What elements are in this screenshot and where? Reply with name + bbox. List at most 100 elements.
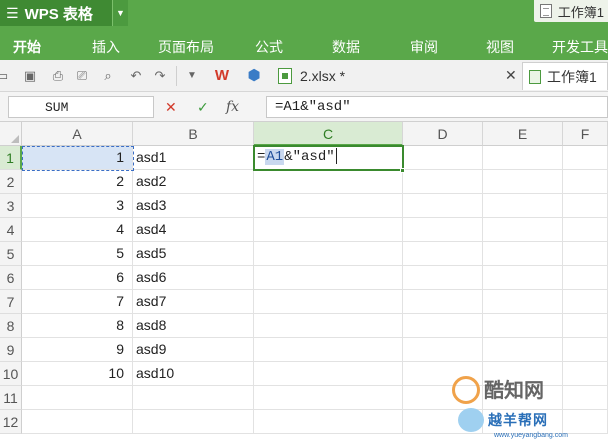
cell-b9[interactable]: asd9 — [133, 338, 254, 362]
cell-d6[interactable] — [403, 266, 483, 290]
cell-b10[interactable]: asd10 — [133, 362, 254, 386]
cell-d3[interactable] — [403, 194, 483, 218]
cell-c6[interactable] — [254, 266, 403, 290]
cell-f5[interactable] — [563, 242, 608, 266]
cell-c10[interactable] — [254, 362, 403, 386]
column-header-f[interactable]: F — [563, 122, 608, 146]
save-as-icon[interactable]: ⎙ — [50, 68, 66, 84]
save-icon[interactable]: ▣ — [22, 68, 38, 84]
close-icon[interactable]: ✕ — [505, 67, 517, 84]
cell-a2[interactable]: 2 — [22, 170, 133, 194]
cube-icon[interactable]: ⬢ — [246, 68, 262, 84]
cell-b2[interactable]: asd2 — [133, 170, 254, 194]
cell-b4[interactable]: asd4 — [133, 218, 254, 242]
cell-d2[interactable] — [403, 170, 483, 194]
cell-f7[interactable] — [563, 290, 608, 314]
tab-formulas[interactable]: 公式 — [255, 37, 283, 57]
cell-c2[interactable] — [254, 170, 403, 194]
formula-input[interactable]: =A1&"asd" — [266, 96, 608, 118]
cell-f8[interactable] — [563, 314, 608, 338]
active-cell-c1[interactable]: =A1&"asd" — [253, 145, 404, 171]
cell-d5[interactable] — [403, 242, 483, 266]
row-header-8[interactable]: 8 — [0, 314, 22, 338]
cell-a9[interactable]: 9 — [22, 338, 133, 362]
cell-f3[interactable] — [563, 194, 608, 218]
cell-f12[interactable] — [563, 410, 608, 434]
cell-d8[interactable] — [403, 314, 483, 338]
cell-c8[interactable] — [254, 314, 403, 338]
undo-icon[interactable]: ↶ — [128, 68, 144, 84]
name-box[interactable]: SUM — [8, 96, 154, 118]
fill-handle[interactable] — [400, 168, 405, 173]
cell-f11[interactable] — [563, 386, 608, 410]
row-header-10[interactable]: 10 — [0, 362, 22, 386]
cell-e5[interactable] — [483, 242, 563, 266]
cell-f9[interactable] — [563, 338, 608, 362]
cell-f4[interactable] — [563, 218, 608, 242]
cell-d4[interactable] — [403, 218, 483, 242]
cell-c5[interactable] — [254, 242, 403, 266]
row-header-7[interactable]: 7 — [0, 290, 22, 314]
cell-b11[interactable] — [133, 386, 254, 410]
cell-f2[interactable] — [563, 170, 608, 194]
open-folder-icon[interactable]: ▭ — [0, 68, 10, 84]
cell-c11[interactable] — [254, 386, 403, 410]
document-tab-file[interactable]: 2.xlsx * — [278, 64, 345, 88]
cell-d7[interactable] — [403, 290, 483, 314]
cell-b6[interactable]: asd6 — [133, 266, 254, 290]
print-icon[interactable]: ⎚ — [74, 68, 90, 84]
app-menu-dropdown[interactable]: ▼ — [112, 0, 128, 26]
cell-b5[interactable]: asd5 — [133, 242, 254, 266]
document-tab-active[interactable]: 工作簿1 — [522, 62, 608, 90]
cell-e6[interactable] — [483, 266, 563, 290]
row-header-5[interactable]: 5 — [0, 242, 22, 266]
cell-a4[interactable]: 4 — [22, 218, 133, 242]
row-header-11[interactable]: 11 — [0, 386, 22, 410]
cell-a5[interactable]: 5 — [22, 242, 133, 266]
cell-e3[interactable] — [483, 194, 563, 218]
cell-e9[interactable] — [483, 338, 563, 362]
row-header-2[interactable]: 2 — [0, 170, 22, 194]
cell-e7[interactable] — [483, 290, 563, 314]
cell-e8[interactable] — [483, 314, 563, 338]
cell-b7[interactable]: asd7 — [133, 290, 254, 314]
cancel-formula-icon[interactable]: ✕ — [165, 98, 177, 116]
cell-a11[interactable] — [22, 386, 133, 410]
select-all-corner[interactable] — [0, 122, 22, 146]
redo-icon[interactable]: ↷ — [152, 68, 168, 84]
cell-c3[interactable] — [254, 194, 403, 218]
cell-b3[interactable]: asd3 — [133, 194, 254, 218]
row-header-1[interactable]: 1 — [0, 146, 22, 170]
cell-d9[interactable] — [403, 338, 483, 362]
cell-a12[interactable] — [22, 410, 133, 434]
cell-a8[interactable]: 8 — [22, 314, 133, 338]
print-preview-icon[interactable]: ⌕ — [100, 68, 116, 84]
cell-a1[interactable]: 1 — [22, 146, 133, 170]
cell-a7[interactable]: 7 — [22, 290, 133, 314]
cell-c4[interactable] — [254, 218, 403, 242]
cell-e2[interactable] — [483, 170, 563, 194]
row-header-9[interactable]: 9 — [0, 338, 22, 362]
row-header-3[interactable]: 3 — [0, 194, 22, 218]
column-header-c[interactable]: C — [254, 122, 403, 146]
tab-data[interactable]: 数据 — [332, 37, 360, 57]
tab-home[interactable]: 开始 — [13, 37, 41, 57]
tab-developer[interactable]: 开发工具 — [552, 37, 608, 57]
app-menu-button[interactable]: ☰ WPS 表格 — [0, 0, 112, 26]
cell-f10[interactable] — [563, 362, 608, 386]
insert-function-icon[interactable]: fx — [226, 98, 239, 116]
tab-insert[interactable]: 插入 — [92, 37, 120, 57]
column-header-d[interactable]: D — [403, 122, 483, 146]
tab-review[interactable]: 审阅 — [410, 37, 438, 57]
column-header-a[interactable]: A — [22, 122, 133, 146]
cell-c9[interactable] — [254, 338, 403, 362]
cell-b1[interactable]: asd1 — [133, 146, 254, 170]
cell-f6[interactable] — [563, 266, 608, 290]
cell-f1[interactable] — [563, 146, 608, 170]
cell-c12[interactable] — [254, 410, 403, 434]
cell-e4[interactable] — [483, 218, 563, 242]
cell-a6[interactable]: 6 — [22, 266, 133, 290]
tab-page-layout[interactable]: 页面布局 — [158, 37, 214, 57]
cell-b12[interactable] — [133, 410, 254, 434]
row-header-4[interactable]: 4 — [0, 218, 22, 242]
